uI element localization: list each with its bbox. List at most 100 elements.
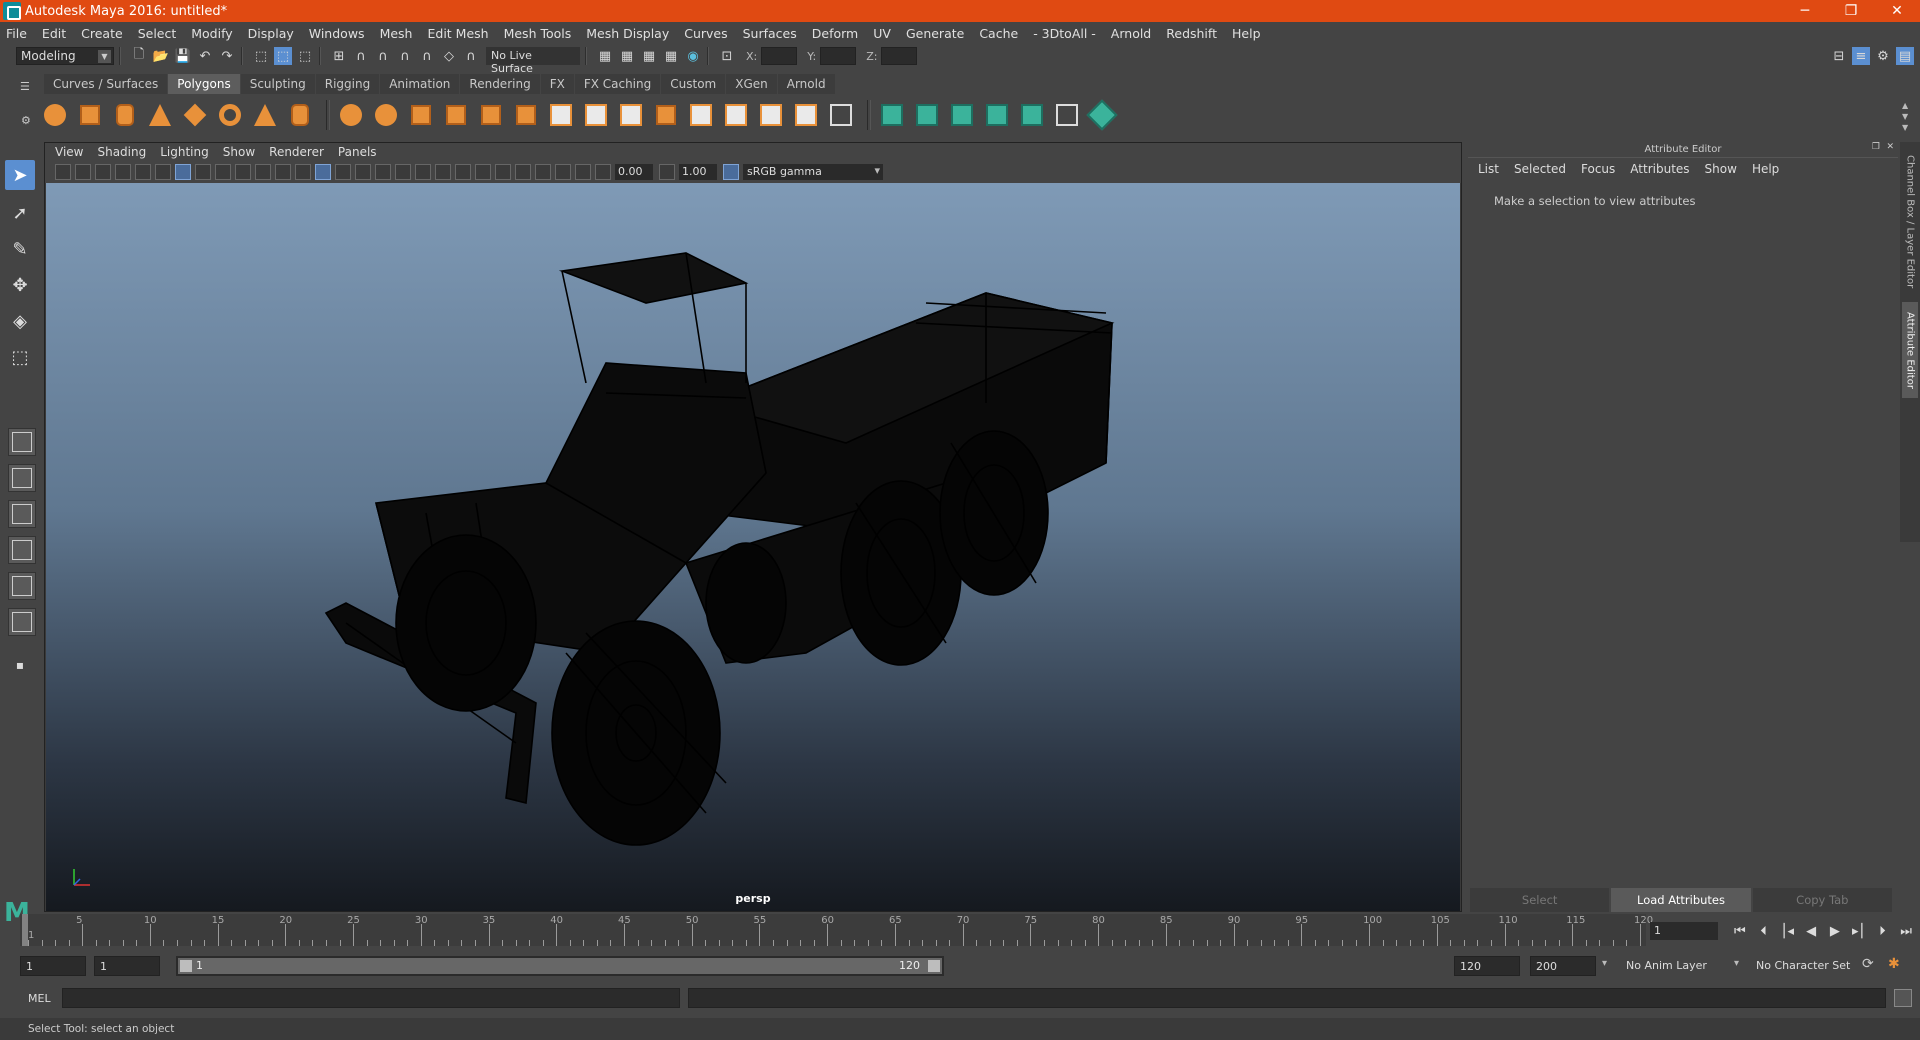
ae-menu-focus[interactable]: Focus: [1581, 162, 1615, 176]
menu-surfaces[interactable]: Surfaces: [743, 26, 797, 41]
play-forwards-icon[interactable]: ▶: [1823, 924, 1847, 939]
command-language-label[interactable]: MEL: [28, 992, 60, 1005]
channel-box-tab[interactable]: Channel Box / Layer Editor: [1902, 152, 1918, 292]
select-camera-icon[interactable]: [55, 164, 71, 180]
automatic-uv-icon[interactable]: [982, 100, 1012, 130]
fill-hole-icon[interactable]: [756, 100, 786, 130]
poly-cube-icon[interactable]: [75, 100, 105, 130]
ae-menu-list[interactable]: List: [1478, 162, 1499, 176]
use-all-lights-icon[interactable]: [395, 164, 411, 180]
poly-plane-icon[interactable]: [180, 100, 210, 130]
rotate-tool-icon[interactable]: ◈: [5, 306, 35, 336]
resolution-gate-icon[interactable]: [215, 164, 231, 180]
shelf-tab-custom[interactable]: Custom: [661, 74, 726, 94]
animation-end-field[interactable]: 200: [1530, 956, 1596, 976]
shelf-tab-xgen[interactable]: XGen: [726, 74, 777, 94]
grid-toggle-icon[interactable]: [175, 164, 191, 180]
ae-menu-help[interactable]: Help: [1752, 162, 1779, 176]
snap-to-view-plane-icon[interactable]: ∩: [418, 47, 436, 65]
menu-set-dropdown[interactable]: Modeling ▼: [16, 47, 114, 65]
boolean-icon[interactable]: [476, 100, 506, 130]
poly-pipe-icon[interactable]: [285, 100, 315, 130]
shelf-tab-sculpting[interactable]: Sculpting: [240, 74, 315, 94]
screen-space-ao-icon[interactable]: [435, 164, 451, 180]
menu-help[interactable]: Help: [1232, 26, 1261, 41]
multi-cut-icon[interactable]: [546, 100, 576, 130]
shelf-tab-rendering[interactable]: Rendering: [460, 74, 540, 94]
play-backwards-icon[interactable]: ◀: [1799, 924, 1823, 939]
select-by-component-icon[interactable]: ⬚: [296, 47, 314, 65]
mirror-icon[interactable]: [406, 100, 436, 130]
shelf-tab-fx-caching[interactable]: FX Caching: [574, 74, 661, 94]
render-settings-icon[interactable]: ▦: [596, 47, 614, 65]
menu-mesh-display[interactable]: Mesh Display: [586, 26, 669, 41]
uv-editor-icon[interactable]: [1017, 100, 1047, 130]
select-by-hierarchy-icon[interactable]: ⬚: [252, 47, 270, 65]
menu-display[interactable]: Display: [248, 26, 294, 41]
transform-mode-icon[interactable]: ⊡: [718, 47, 736, 65]
insert-edge-loop-icon[interactable]: [686, 100, 716, 130]
make-live-icon[interactable]: ◇: [440, 47, 458, 65]
range-end-handle[interactable]: [928, 960, 940, 972]
outliner-persp-layout-icon[interactable]: [8, 608, 36, 636]
menu-edit-mesh[interactable]: Edit Mesh: [427, 26, 488, 41]
step-forward-key-icon[interactable]: ⏵: [1871, 924, 1895, 939]
viewport-menu-view[interactable]: View: [55, 145, 83, 159]
extrude-icon[interactable]: [581, 100, 611, 130]
go-to-end-icon[interactable]: ⏭: [1894, 924, 1918, 939]
persp-outliner-layout-icon[interactable]: [8, 500, 36, 528]
shadows-icon[interactable]: [415, 164, 431, 180]
maximize-button[interactable]: ❐: [1828, 0, 1874, 22]
copy-tab-button[interactable]: Copy Tab: [1752, 888, 1892, 912]
persp-hypershade-layout-icon[interactable]: [8, 572, 36, 600]
xray-icon[interactable]: [535, 164, 551, 180]
step-forward-frame-icon[interactable]: ▸⎮: [1847, 924, 1871, 939]
ipr-render-icon[interactable]: ▦: [662, 47, 680, 65]
hypershade-icon[interactable]: ◉: [684, 47, 702, 65]
character-set-chevron-icon[interactable]: ▾: [1734, 958, 1739, 969]
color-management-icon[interactable]: [723, 164, 739, 180]
render-view-icon[interactable]: ▦: [618, 47, 636, 65]
menu-curves[interactable]: Curves: [684, 26, 727, 41]
camera-attributes-icon[interactable]: [75, 164, 91, 180]
maya-app-icon[interactable]: [3, 2, 21, 20]
shelf-tab-polygons[interactable]: Polygons: [168, 74, 240, 94]
time-slider[interactable]: 1 5 10 15 20 25 30 35 40 45 50 55 60 65 70 75 80 85 90 95 1…: [20, 914, 1653, 946]
float-panel-icon[interactable]: ❐: [1872, 142, 1880, 152]
depth-of-field-icon[interactable]: [495, 164, 511, 180]
poly-sphere-icon[interactable]: [40, 100, 70, 130]
wireframe-shading-icon[interactable]: [315, 164, 331, 180]
field-chart-icon[interactable]: [255, 164, 271, 180]
checker-map-icon[interactable]: [1052, 100, 1082, 130]
exposure-icon[interactable]: [595, 164, 611, 180]
step-back-frame-icon[interactable]: ⎮◂: [1776, 924, 1800, 939]
two-d-pan-zoom-icon[interactable]: [135, 164, 151, 180]
shelf-tab-rigging[interactable]: Rigging: [315, 74, 380, 94]
poly-cylinder-icon[interactable]: [110, 100, 140, 130]
poly-torus-icon[interactable]: [215, 100, 245, 130]
symmetry-icon[interactable]: ∩: [462, 47, 480, 65]
minimize-button[interactable]: ─: [1782, 0, 1828, 22]
ae-menu-attributes[interactable]: Attributes: [1630, 162, 1689, 176]
snap-to-point-icon[interactable]: ∩: [374, 47, 392, 65]
viewport-menu-show[interactable]: Show: [223, 145, 255, 159]
shelf-tab-animation[interactable]: Animation: [380, 74, 460, 94]
auto-key-icon[interactable]: ⟳: [1862, 956, 1874, 972]
menu-edit[interactable]: Edit: [42, 26, 66, 41]
viewport-menu-lighting[interactable]: Lighting: [160, 145, 209, 159]
load-attributes-button[interactable]: Load Attributes: [1611, 888, 1751, 912]
menu-arnold[interactable]: Arnold: [1111, 26, 1151, 41]
playback-end-field[interactable]: 120: [1454, 956, 1520, 976]
wireframe-on-shaded-icon[interactable]: [355, 164, 371, 180]
ae-menu-show[interactable]: Show: [1705, 162, 1737, 176]
tool-settings-toggle-icon[interactable]: ⚙: [1874, 47, 1892, 65]
gamma-field[interactable]: 1.00: [679, 164, 717, 180]
scale-tool-icon[interactable]: ⬚: [5, 342, 35, 372]
viewport-menu-shading[interactable]: Shading: [97, 145, 146, 159]
ae-menu-selected[interactable]: Selected: [1514, 162, 1566, 176]
menu-generate[interactable]: Generate: [906, 26, 964, 41]
motion-blur-icon[interactable]: [455, 164, 471, 180]
menu-file[interactable]: File: [6, 26, 27, 41]
planar-uv-icon[interactable]: [877, 100, 907, 130]
snap-to-grid-icon[interactable]: ⊞: [330, 47, 348, 65]
